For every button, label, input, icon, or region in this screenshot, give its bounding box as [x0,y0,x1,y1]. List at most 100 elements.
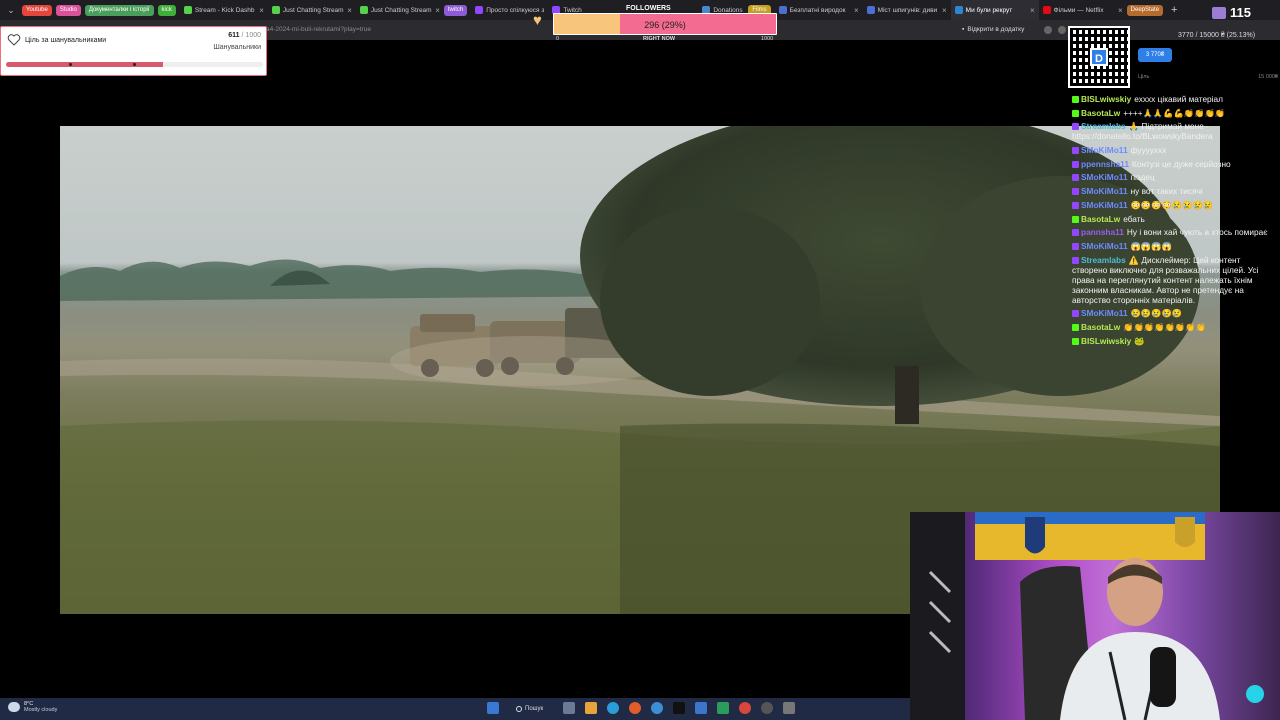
tab-title: Ми були рекрут [965,6,1013,14]
goal-current: 611 [228,32,240,39]
chat-username: BasotaLw [1081,213,1121,224]
open-in-app-button[interactable]: ▪ Відкрити в додатку [962,26,1024,33]
tab-group-documentaries[interactable]: Документалки і історії [84,4,154,16]
close-tab-icon[interactable]: × [259,6,264,15]
chat-username: SMoKiMo11 [1081,186,1128,197]
chat-username: BISLwiwskiy [1081,335,1132,346]
donation-qr-code: D [1068,26,1130,88]
chat-username: ppennsha11 [1081,158,1129,169]
new-tab-icon[interactable]: + [1171,4,1177,16]
url-field[interactable]: a4-2024-mi-buli-rekrutami?play=true [266,26,371,33]
browser-tab[interactable]: Фільми — Netflix × [1039,0,1127,20]
webcam-overlay [910,512,1280,720]
cloud-icon [8,702,20,712]
edge-icon[interactable] [607,702,619,714]
search-icon [516,705,522,712]
chat-text: 😳😳😳😳😢😢😢😢 [1130,199,1214,210]
tab-group-kick[interactable]: kick [157,4,176,16]
heart-outline-icon [7,34,21,46]
close-tab-icon[interactable]: × [347,6,352,15]
tab-title: Міст шпигунів: диви [877,6,938,14]
kick-badge-icon [1072,109,1079,117]
chat-text: ну вот таких тисячі [1130,186,1203,197]
tab-title: Stream - Kick Dashb [194,6,255,14]
viewer-count-value: 115 [1230,5,1251,20]
chat-message: BasotaLw 👏👏👏👏👏👏👏👏 [1072,322,1276,332]
goal-progress-fill [6,62,163,67]
chat-message: SMoKiMo11 фууууххх [1072,145,1276,155]
tab-group-youtube[interactable]: Youtube [22,4,52,16]
weather-widget[interactable]: 8°C Mostly cloudy [8,701,57,713]
twitch-badge-icon [1072,147,1079,155]
chat-message: BasotaLw ++++🙏🙏💪💪👏👏👏👏 [1072,108,1276,118]
chat-username: BasotaLw [1081,107,1121,118]
chat-username: SMoKiMo11 [1081,199,1128,210]
firefox-icon[interactable] [629,702,641,714]
close-tab-icon[interactable]: × [854,6,859,15]
chat-text: 🐸 [1134,335,1145,346]
file-explorer-icon[interactable] [585,702,597,714]
donation-progress-text: 3770 / 15000 ₴ (25.13%) [1178,32,1256,39]
close-tab-icon[interactable]: × [1030,6,1035,15]
browser-tab[interactable]: Just Chatting Stream × [356,0,444,20]
goal-total: / 1000 [241,32,261,39]
chat-text: Ну і вони хай чують а хтось помирає [1126,227,1268,238]
browser-tab[interactable]: Stream - Kick Dashb × [180,0,268,20]
app-icon[interactable] [695,702,707,714]
windows-start-icon[interactable] [487,702,499,714]
donation-goal-label: Ціль [1138,74,1150,80]
twitch-viewers-icon [1212,6,1226,19]
followers-bar-widget: ♥ FOLLOWERS 296 (29%) 0 RIGHT NOW 1000 [533,5,777,42]
tab-title: Just Chatting Stream [370,6,432,14]
tab-title: Безплатні виродок [789,6,846,14]
chat-username: Streamlabs [1081,254,1126,265]
kick-favicon-icon [183,6,192,14]
weather-description: Mostly cloudy [24,707,58,713]
followers-max: 1000 [761,36,774,42]
app-icon[interactable] [761,702,773,714]
chrome-icon[interactable] [739,702,751,714]
browser-tab[interactable]: Безплатні виродок × [775,0,863,20]
followers-now-label: RIGHT NOW [643,36,676,42]
browser-tab[interactable]: Міст шпигунів: диви × [863,0,951,20]
kick-badge-icon [1072,215,1079,223]
chat-text: ++++🙏🙏💪💪👏👏👏👏 [1123,107,1226,118]
chat-message: SMoKiMo11 😳😳😳😳😢😢😢😢 [1072,200,1276,210]
tab-group-deepstate[interactable]: DeepState [1126,4,1164,16]
close-tab-icon[interactable]: × [435,6,440,15]
chat-text: піздец [1130,172,1155,183]
settings-gear-icon[interactable] [783,702,795,714]
twitch-badge-icon [1072,242,1079,250]
obs-icon[interactable] [673,702,685,714]
chat-message: BISLwiwskiy 🐸 [1072,336,1276,346]
chat-overlay: BISLwiwskiy ехххх цікавий матеріал BasotaL… [1072,94,1276,349]
extension-icon[interactable] [1044,26,1052,34]
task-view-icon[interactable] [563,702,575,714]
twitch-badge-icon [1072,229,1079,237]
chat-username: BasotaLw [1081,321,1121,332]
twitch-badge-icon [1072,188,1079,196]
followers-label: FOLLOWERS [626,5,671,12]
browser-tab[interactable]: Just Chatting Stream × [268,0,356,20]
browser-tab-active[interactable]: Ми були рекрут × [950,0,1039,20]
search-label: Пошук [525,705,544,712]
tab-group-twitch[interactable]: twitch [443,4,468,16]
site-favicon-icon [866,6,875,14]
close-tab-icon[interactable]: × [1118,6,1123,15]
followers-progress-bar: 296 (29%) [553,13,777,35]
donation-widget: D 3770 / 15000 ₴ (25.13%) 3 770₴ Ціль 15… [1068,26,1280,88]
tab-group-studio[interactable]: Studio [55,4,81,16]
telegram-icon[interactable] [651,702,663,714]
taskbar-search-button[interactable]: Пошук [510,702,549,715]
app-icon[interactable] [717,702,729,714]
kick-badge-icon [1072,337,1079,345]
follower-goal-widget: Ціль за шанувальниками 611 / 1000 Шанува… [0,26,267,76]
extension-icon[interactable] [1058,26,1066,34]
tab-title: Just Chatting Stream [282,6,344,14]
heart-icon: ♥ [533,12,542,29]
kick-badge-icon [1072,96,1079,103]
chat-message: ppennsha11 Контузі це дуже серйозно [1072,159,1276,169]
chat-message: pannsha11 Ну і вони хай чують а хтось пом… [1072,227,1276,237]
tab-search-icon[interactable]: ⌄ [4,3,18,17]
close-tab-icon[interactable]: × [942,6,947,15]
